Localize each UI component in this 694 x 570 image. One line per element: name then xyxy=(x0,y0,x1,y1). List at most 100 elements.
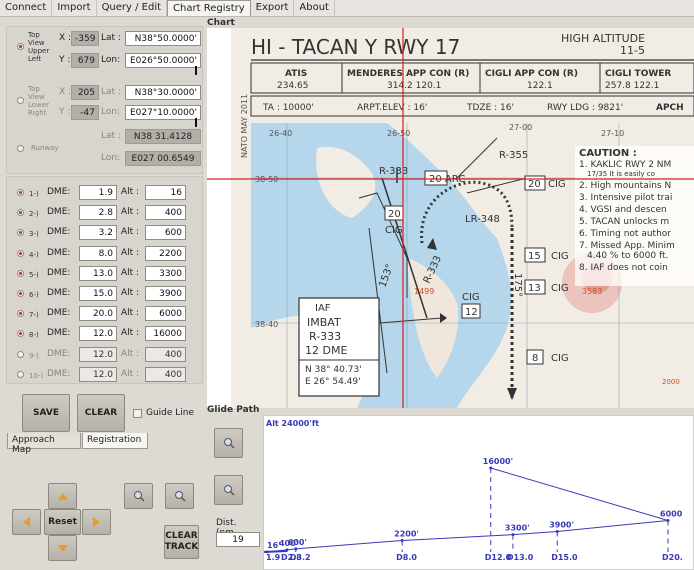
atis-freq: 234.65 xyxy=(277,81,309,91)
alt-label: Alt : xyxy=(121,308,140,319)
dme-row: 3-) DME: 3.2 Alt : 600 xyxy=(7,225,204,242)
pan-up-button[interactable] xyxy=(48,483,77,509)
fix-label: CIG xyxy=(385,225,403,236)
dme-row-select-radio[interactable] xyxy=(17,330,24,338)
alt-value-input[interactable]: 2200 xyxy=(145,245,186,261)
chart-zoom-out-button[interactable] xyxy=(214,475,243,505)
glide-dme-label: D3.2 xyxy=(290,553,311,562)
tab-approach-map[interactable]: Approach Map xyxy=(7,433,81,455)
dme-row: 10-) DME: 12.0 Alt : 400 xyxy=(7,366,204,384)
dme-row-select-radio[interactable] xyxy=(17,209,24,217)
dme-value-input[interactable]: 13.0 xyxy=(79,265,117,281)
dme-row-select-radio[interactable] xyxy=(17,269,24,277)
dme-row: 8-) DME: 12.0 Alt : 16000 xyxy=(7,326,204,343)
dme-row-select-radio[interactable] xyxy=(17,350,24,358)
chart-zoom-in-button[interactable] xyxy=(214,428,243,458)
lat-label: Lat : xyxy=(101,87,121,97)
pan-left-button[interactable] xyxy=(12,509,41,535)
bottom-right-lon-input[interactable]: E027°10.0000' xyxy=(125,105,201,127)
alt-value-input[interactable]: 400 xyxy=(145,366,186,382)
radio-runway[interactable] xyxy=(17,145,24,152)
dme-row-select-radio[interactable] xyxy=(17,290,24,297)
dme-value-input[interactable]: 3.2 xyxy=(79,225,117,241)
radio-bottom-right[interactable] xyxy=(17,97,24,104)
glide-marks: 16'1.9400'D2.8600'D3.22200'D8.03300'D13.… xyxy=(263,457,683,562)
dme-row-index: 7-) xyxy=(29,311,39,320)
dme-value-input[interactable]: 1.9 xyxy=(79,185,117,200)
alt-value-input[interactable]: 6000 xyxy=(145,306,186,322)
caution-line: 6. Timing not author xyxy=(579,229,671,239)
menu-query-edit[interactable]: Query / Edit xyxy=(97,0,168,16)
alt-value-input[interactable]: 3900 xyxy=(145,286,186,301)
alt-label: Alt : xyxy=(121,368,140,379)
alt-value-input[interactable]: 16 xyxy=(145,185,186,200)
pan-down-button[interactable] xyxy=(48,535,77,561)
menu-about[interactable]: About xyxy=(294,0,335,16)
reset-button[interactable]: Reset xyxy=(44,509,81,535)
pan-right-button[interactable] xyxy=(82,509,111,535)
tab-registration[interactable]: Registration xyxy=(82,433,148,449)
dist-input[interactable]: 19 xyxy=(216,532,260,547)
alt-value-input[interactable]: 600 xyxy=(145,225,186,241)
map-zoom-out-button[interactable] xyxy=(165,483,194,509)
glide-runway-segment xyxy=(263,550,287,553)
bottom-right-lat-input[interactable]: N38°30.0000' xyxy=(125,85,201,100)
menu-chart-registry[interactable]: Chart Registry xyxy=(167,0,251,16)
arrow-right-icon xyxy=(93,517,100,527)
dme-row-select-radio[interactable] xyxy=(17,189,24,196)
save-button[interactable]: SAVE xyxy=(22,394,70,432)
top-left-lon-input[interactable]: E026°50.0000' xyxy=(125,53,201,75)
radial-label: R-333 xyxy=(379,166,408,177)
glide-point xyxy=(400,538,404,542)
radio-top-left[interactable] xyxy=(17,43,24,50)
grid-label: 38-40 xyxy=(255,320,278,329)
alt-value-input[interactable]: 3300 xyxy=(145,265,186,281)
alt-value-input[interactable]: 400 xyxy=(145,346,186,362)
alt-value-input[interactable]: 400 xyxy=(145,205,186,221)
dme-row-select-radio[interactable] xyxy=(17,370,24,378)
menu-connect[interactable]: Connect xyxy=(0,0,53,16)
dme-row-index: 6-) xyxy=(29,291,39,299)
dme-row-select-radio[interactable] xyxy=(17,310,24,318)
iaf-radial: R-333 xyxy=(309,330,341,343)
menu-export[interactable]: Export xyxy=(251,0,295,16)
dme-row-index: 4-) xyxy=(29,250,39,259)
map-zoom-in-button[interactable] xyxy=(124,483,153,509)
lat-label: Lat : xyxy=(101,131,121,141)
cigli-app-freq: 122.1 xyxy=(527,81,553,91)
approach-chart-view[interactable]: HI - TACAN Y RWY 17 HIGH ALTITUDE 11-5 N… xyxy=(207,28,694,408)
bottom-right-x: 205 xyxy=(71,85,99,100)
top-left-lat-input[interactable]: N38°50.0000' xyxy=(125,31,201,46)
dme-row-select-radio[interactable] xyxy=(17,249,24,257)
alt-label: Alt : xyxy=(121,187,140,197)
dme-row-select-radio[interactable] xyxy=(17,229,24,237)
dme-row: 6-) DME: 15.0 Alt : 3900 xyxy=(7,286,204,303)
dme-value-input[interactable]: 12.0 xyxy=(79,326,117,342)
alt-value-input[interactable]: 16000 xyxy=(145,326,186,342)
apch-label: APCH xyxy=(656,103,684,113)
dme-value-input[interactable]: 12.0 xyxy=(79,346,117,362)
grid-label: 27-00 xyxy=(509,123,532,132)
dme-value-input[interactable]: 2.8 xyxy=(79,205,117,221)
text-caret xyxy=(195,66,197,75)
caution-line: 8. IAF does not coin xyxy=(579,263,668,273)
menu-bar: Connect Import Query / Edit Chart Regist… xyxy=(0,0,694,17)
menu-import[interactable]: Import xyxy=(52,0,97,16)
clear-button[interactable]: CLEAR xyxy=(77,394,125,432)
registration-panel: Top View Upper Left X : -359 Lat : N38°5… xyxy=(4,20,260,570)
fix-label: CIG xyxy=(551,251,569,262)
dme-label: DME: xyxy=(47,328,71,339)
clear-track-button[interactable]: CLEAR TRACK xyxy=(164,525,199,559)
glide-alt-label: 3300' xyxy=(505,524,530,533)
glide-point xyxy=(666,519,670,522)
clear-track-label-line1: CLEAR xyxy=(165,531,198,541)
glide-dme-label: D8.0 xyxy=(396,553,417,562)
dme-value-input[interactable]: 20.0 xyxy=(79,306,117,322)
side-note: NATO MAY 2011 xyxy=(240,94,249,158)
dme-value-input[interactable]: 15.0 xyxy=(79,286,117,301)
dme-value-input[interactable]: 12.0 xyxy=(79,366,117,382)
glide-dme-label: D20. xyxy=(662,553,683,562)
dme-value-input[interactable]: 8.0 xyxy=(79,245,117,261)
dme-row: 2-) DME: 2.8 Alt : 400 xyxy=(7,205,204,222)
guide-line-checkbox[interactable] xyxy=(133,409,142,418)
